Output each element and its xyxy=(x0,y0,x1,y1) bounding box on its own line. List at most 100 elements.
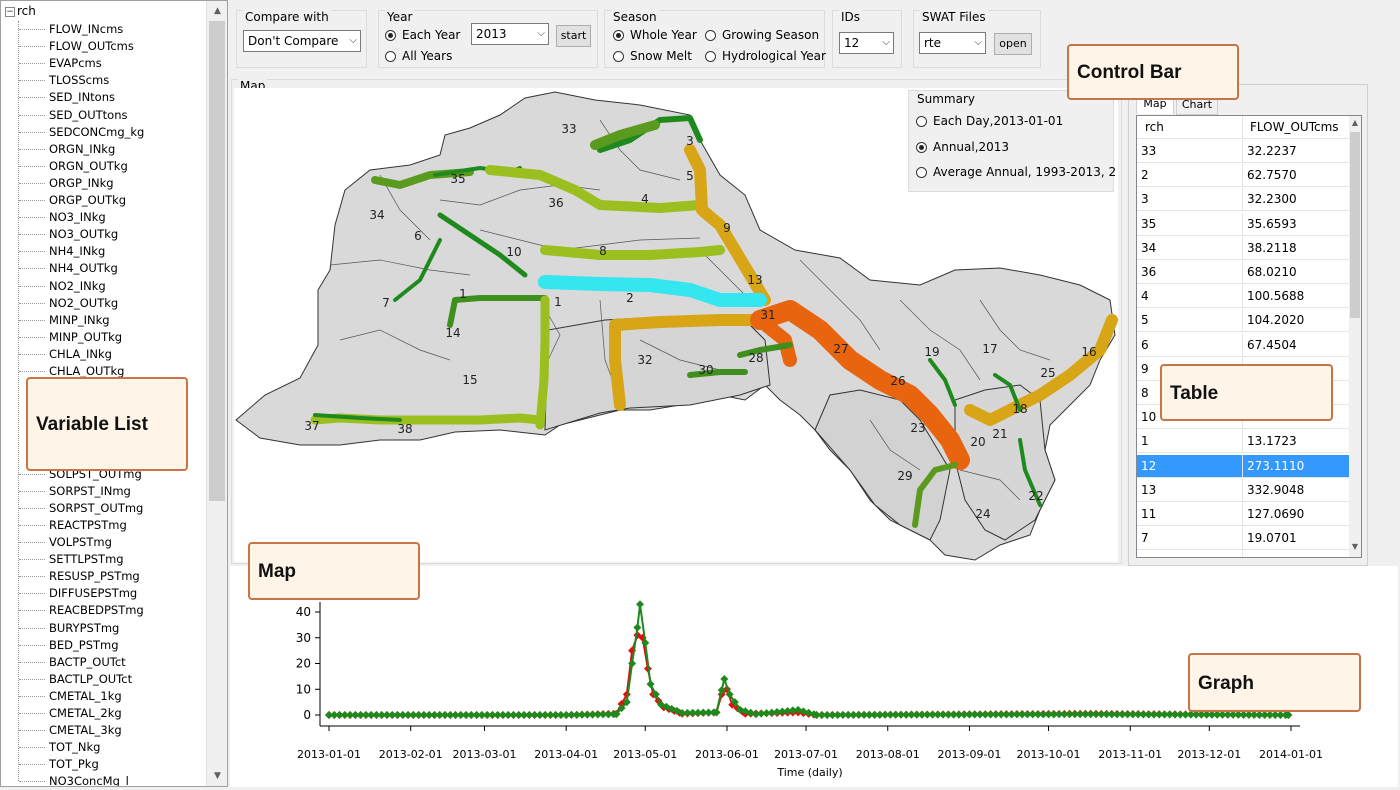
radio-dot-icon xyxy=(916,142,927,153)
tree-item[interactable]: NO3ConcMg_l xyxy=(49,773,129,786)
tree-connector xyxy=(19,200,45,201)
tree-item[interactable]: BED_PSTmg xyxy=(49,637,119,654)
radio-each-year[interactable]: Each Year xyxy=(385,27,460,43)
tree-item[interactable]: BACTLP_OUTct xyxy=(49,671,132,688)
tree-item[interactable]: REACBEDPSTmg xyxy=(49,602,144,619)
reach-label: 5 xyxy=(686,169,694,183)
scroll-up-icon[interactable]: ▲ xyxy=(1349,118,1361,127)
tree-item[interactable]: NO2_INkg xyxy=(49,278,106,295)
radio-each-day[interactable]: Each Day,2013-01-01 xyxy=(916,113,1063,129)
tree-item[interactable]: ORGN_OUTkg xyxy=(49,158,128,175)
tree-connector xyxy=(19,165,45,167)
table-row[interactable]: 3 32.2300 xyxy=(1137,188,1349,212)
tree-item[interactable]: CMETAL_3kg xyxy=(49,722,122,739)
column-divider xyxy=(1242,236,1243,259)
table-row[interactable]: 35 35.6593 xyxy=(1137,212,1349,236)
table-row[interactable]: 13 332.9048 xyxy=(1137,478,1349,502)
ids-select[interactable]: 12 ⌵ xyxy=(839,32,894,54)
tree-item[interactable]: TOT_Nkg xyxy=(49,739,100,756)
column-divider xyxy=(1242,503,1243,525)
scroll-up-icon[interactable]: ▲ xyxy=(209,3,226,19)
tree-item[interactable]: CMETAL_1kg xyxy=(49,688,122,705)
reach-label: 13 xyxy=(747,273,762,287)
year-select[interactable]: 2013 ⌵ xyxy=(471,23,549,45)
compare-value: Don't Compare xyxy=(248,34,339,48)
radio-average-annual[interactable]: Average Annual, 1993-2013, 21 yea xyxy=(916,164,1116,180)
callout-variable-list: Variable List xyxy=(26,377,188,471)
reach-label: 35 xyxy=(450,172,465,186)
radio-annual[interactable]: Annual,2013 xyxy=(916,139,1009,155)
tree-item[interactable]: FLOW_INcms xyxy=(49,21,123,38)
tree-item[interactable]: SED_OUTtons xyxy=(49,107,128,124)
tree-item[interactable]: SED_INtons xyxy=(49,89,115,106)
tree-item[interactable]: BACTP_OUTct xyxy=(49,654,126,671)
tree-item[interactable]: ORGP_INkg xyxy=(49,175,114,192)
table-row[interactable]: 34 38.2118 xyxy=(1137,236,1349,260)
table-row[interactable]: 5 104.2020 xyxy=(1137,309,1349,333)
tree-item[interactable]: RESUSP_PSTmg xyxy=(49,568,140,585)
tree-scrollbar[interactable]: ▲ ▼ xyxy=(206,1,227,786)
swat-select[interactable]: rte ⌵ xyxy=(919,32,986,54)
cell-flow: 599.0010 xyxy=(1247,551,1304,557)
tree-item[interactable]: NO3_OUTkg xyxy=(49,226,118,243)
column-divider xyxy=(1242,212,1243,235)
tree-item[interactable]: MINP_OUTkg xyxy=(49,329,122,346)
tree-root[interactable]: − rch xyxy=(5,4,36,19)
tree-item[interactable]: NO2_OUTkg xyxy=(49,295,118,312)
scroll-thumb[interactable] xyxy=(1350,132,1360,318)
tree-item[interactable]: NH4_OUTkg xyxy=(49,260,118,277)
start-button[interactable]: start xyxy=(556,25,591,47)
collapse-icon[interactable]: − xyxy=(5,6,15,17)
tree-item[interactable]: BURYPSTmg xyxy=(49,620,119,637)
tree-item[interactable]: NH4_INkg xyxy=(49,243,105,260)
reach-label: 9 xyxy=(723,221,731,235)
table-row[interactable]: 4 100.5688 xyxy=(1137,285,1349,309)
compare-select[interactable]: Don't Compare ⌵ xyxy=(243,30,361,52)
radio-all-years[interactable]: All Years xyxy=(385,48,452,64)
tree-item[interactable]: TOT_Pkg xyxy=(49,756,99,773)
tree-item[interactable]: NO3_INkg xyxy=(49,209,106,226)
tree-item[interactable]: CMETAL_2kg xyxy=(49,705,122,722)
tree-item[interactable]: MINP_INkg xyxy=(49,312,110,329)
open-button[interactable]: open xyxy=(994,33,1032,55)
table-scrollbar[interactable]: ▲ ▼ xyxy=(1349,116,1361,557)
table-row[interactable]: 1 13.1723 xyxy=(1137,430,1349,454)
tree-item[interactable]: SORPST_INmg xyxy=(49,483,131,500)
tree-item[interactable]: TLOSScms xyxy=(49,72,109,89)
tree-item[interactable]: SETTLPSTmg xyxy=(49,551,124,568)
scroll-down-icon[interactable]: ▼ xyxy=(209,768,226,784)
table-row[interactable]: 7 19.0701 xyxy=(1137,527,1349,551)
radio-growing-season[interactable]: Growing Season xyxy=(705,27,819,43)
tree-item[interactable]: EVAPcms xyxy=(49,55,102,72)
tree-connector xyxy=(19,764,45,766)
tree-item[interactable]: SORPST_OUTmg xyxy=(49,500,143,517)
cell-flow: 100.5688 xyxy=(1247,289,1305,304)
tree-item[interactable]: CHLA_INkg xyxy=(49,346,112,363)
radio-whole-year[interactable]: Whole Year xyxy=(613,27,697,43)
tree-item[interactable]: REACTPSTmg xyxy=(49,517,127,534)
cell-flow: 332.9048 xyxy=(1247,482,1305,497)
tree-connector xyxy=(19,542,45,543)
radio-hydrological-year[interactable]: Hydrological Year xyxy=(705,48,826,64)
scroll-down-icon[interactable]: ▼ xyxy=(1349,542,1361,551)
reach-label: 7 xyxy=(382,296,390,310)
tree-item[interactable]: ORGP_OUTkg xyxy=(49,192,126,209)
tree-item[interactable]: ORGN_INkg xyxy=(49,141,115,158)
scroll-thumb[interactable] xyxy=(209,21,225,501)
radio-snow-melt[interactable]: Snow Melt xyxy=(613,48,692,64)
reach-label: 34 xyxy=(369,208,384,222)
tree-item[interactable]: VOLPSTmg xyxy=(49,534,112,551)
tree-item[interactable]: SEDCONCmg_kg xyxy=(49,124,144,141)
table-row[interactable]: 2 62.7570 xyxy=(1137,164,1349,188)
chevron-down-icon: ⌵ xyxy=(537,28,545,39)
table-row[interactable]: 33 32.2237 xyxy=(1137,140,1349,163)
table-row[interactable]: 11 127.0690 xyxy=(1137,503,1349,526)
tree-root-label: rch xyxy=(17,4,36,18)
tree-item[interactable]: FLOW_OUTcms xyxy=(49,38,134,55)
table-row[interactable]: 12 273.1110 xyxy=(1137,454,1349,478)
table-row[interactable]: 31 599.0010 xyxy=(1137,551,1349,557)
table-row[interactable]: 36 68.0210 xyxy=(1137,261,1349,284)
table-row[interactable]: 6 67.4504 xyxy=(1137,333,1349,357)
tree-item[interactable]: DIFFUSEPSTmg xyxy=(49,585,137,602)
data-table[interactable]: rch FLOW_OUTcms 33 32.2237 2 62.7570 3 32.230… xyxy=(1136,115,1362,558)
